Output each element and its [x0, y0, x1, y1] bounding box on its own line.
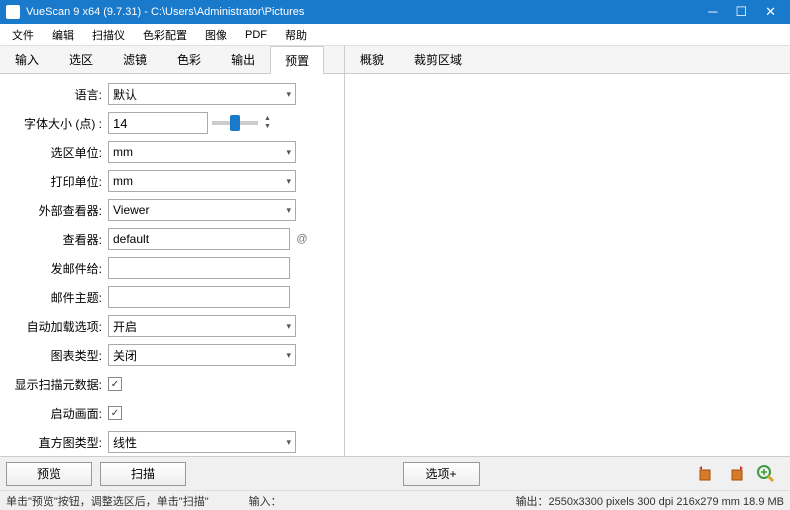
- tab-输入[interactable]: 输入: [0, 45, 54, 73]
- scanmeta-label: 显示扫描元数据:: [4, 376, 108, 393]
- histtype-label: 直方图类型:: [4, 434, 108, 451]
- chevron-down-icon: ▾: [286, 350, 291, 361]
- mailsubject-label: 邮件主题:: [4, 289, 108, 306]
- right-pane: 概貌裁剪区域: [345, 46, 790, 456]
- chevron-down-icon: ▾: [286, 89, 291, 100]
- rotate-right-icon[interactable]: [726, 464, 746, 484]
- tab-滤镜[interactable]: 滤镜: [108, 45, 162, 73]
- browse-icon[interactable]: @: [294, 231, 310, 247]
- menu-item[interactable]: 帮助: [277, 25, 315, 45]
- left-pane: 输入选区滤镜色彩输出预置 语言: 默认▾ 字体大小 (点) : ▲▼ 选区单位:: [0, 46, 345, 456]
- menu-item[interactable]: PDF: [237, 27, 275, 43]
- viewer-input[interactable]: [108, 228, 290, 250]
- status-output: 输出：2550x3300 pixels 300 dpi 216x279 mm 1…: [516, 493, 784, 509]
- titlebar-text: VueScan 9 x64 (9.7.31) - C:\Users\Admini…: [26, 6, 708, 18]
- mailto-input[interactable]: [108, 257, 290, 279]
- fontsize-label: 字体大小 (点) :: [4, 115, 108, 132]
- fontsize-stepper[interactable]: ▲▼: [264, 115, 271, 131]
- tab-色彩[interactable]: 色彩: [162, 45, 216, 73]
- bottom-bar: 预览 扫描 选项+: [0, 456, 790, 490]
- quadunit-dropdown[interactable]: mm▾: [108, 141, 296, 163]
- zoom-icon[interactable]: [756, 464, 776, 484]
- printunit-label: 打印单位:: [4, 173, 108, 190]
- chevron-down-icon: ▾: [286, 205, 291, 216]
- charttype-dropdown[interactable]: 关闭▾: [108, 344, 296, 366]
- preview-area: [345, 74, 790, 456]
- settings-form: 语言: 默认▾ 字体大小 (点) : ▲▼ 选区单位: mm▾ 打印单位:: [0, 74, 344, 456]
- window-controls: ─ ☐ ✕: [708, 4, 784, 20]
- fontsize-slider[interactable]: [212, 121, 258, 125]
- tab-输出[interactable]: 输出: [216, 45, 270, 73]
- charttype-label: 图表类型:: [4, 347, 108, 364]
- tab-选区[interactable]: 选区: [54, 45, 108, 73]
- slider-thumb[interactable]: [230, 115, 240, 131]
- viewer-label: 查看器:: [4, 231, 108, 248]
- rotate-left-icon[interactable]: [696, 464, 716, 484]
- status-hint: 单击"预览"按钮，调整选区后，单击"扫描": [6, 493, 209, 509]
- extviewer-dropdown[interactable]: Viewer▾: [108, 199, 296, 221]
- menu-item[interactable]: 色彩配置: [135, 25, 195, 45]
- chevron-down-icon: ▾: [286, 176, 291, 187]
- chevron-down-icon: ▾: [286, 321, 291, 332]
- menu-item[interactable]: 图像: [197, 25, 235, 45]
- menu-item[interactable]: 文件: [4, 25, 42, 45]
- printunit-dropdown[interactable]: mm▾: [108, 170, 296, 192]
- splash-checkbox[interactable]: ✓: [108, 406, 122, 420]
- language-label: 语言:: [4, 86, 108, 103]
- chevron-down-icon: ▾: [286, 147, 291, 158]
- tab-预置[interactable]: 预置: [270, 46, 324, 74]
- chevron-down-icon: ▾: [286, 437, 291, 448]
- app-icon: [6, 5, 20, 19]
- preview-button[interactable]: 预览: [6, 462, 92, 486]
- mailsubject-input[interactable]: [108, 286, 290, 308]
- statusbar: 单击"预览"按钮，调整选区后，单击"扫描" 输入： 输出：2550x3300 p…: [0, 490, 790, 510]
- minimize-button[interactable]: ─: [708, 4, 717, 20]
- extviewer-label: 外部查看器:: [4, 202, 108, 219]
- menu-item[interactable]: 编辑: [44, 25, 82, 45]
- mailto-label: 发邮件给:: [4, 260, 108, 277]
- fontsize-input[interactable]: [108, 112, 208, 134]
- menu-item[interactable]: 扫描仪: [84, 25, 133, 45]
- tab-裁剪区域[interactable]: 裁剪区域: [399, 45, 477, 73]
- menubar: 文件编辑扫描仪色彩配置图像PDF帮助: [0, 24, 790, 46]
- autoload-label: 自动加载选项:: [4, 318, 108, 335]
- autoload-dropdown[interactable]: 开启▾: [108, 315, 296, 337]
- options-button[interactable]: 选项+: [403, 462, 480, 486]
- language-dropdown[interactable]: 默认▾: [108, 83, 296, 105]
- tab-概貌[interactable]: 概貌: [345, 45, 399, 73]
- titlebar: VueScan 9 x64 (9.7.31) - C:\Users\Admini…: [0, 0, 790, 24]
- maximize-button[interactable]: ☐: [735, 4, 747, 20]
- right-tabs: 概貌裁剪区域: [345, 46, 790, 74]
- scan-button[interactable]: 扫描: [100, 462, 186, 486]
- left-tabs: 输入选区滤镜色彩输出预置: [0, 46, 344, 74]
- splash-label: 启动画面:: [4, 405, 108, 422]
- close-button[interactable]: ✕: [765, 4, 776, 20]
- quadunit-label: 选区单位:: [4, 144, 108, 161]
- histtype-dropdown[interactable]: 线性▾: [108, 431, 296, 453]
- scanmeta-checkbox[interactable]: ✓: [108, 377, 122, 391]
- status-input-label: 输入：: [249, 493, 282, 509]
